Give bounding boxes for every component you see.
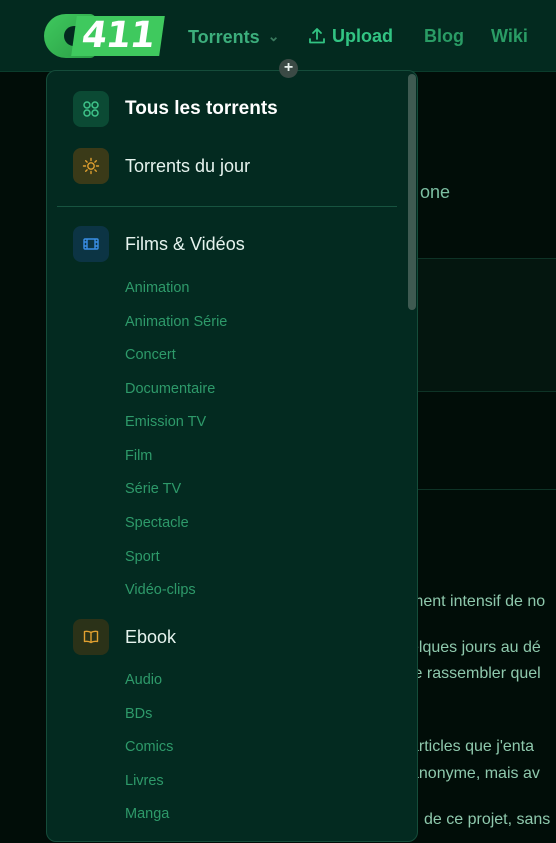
dropdown-scrollbar[interactable] xyxy=(408,74,416,310)
subcategory-link[interactable]: Comics xyxy=(125,739,173,755)
subcategory-link[interactable]: Animation xyxy=(125,280,189,296)
menu-item-label: Torrents du jour xyxy=(125,155,251,176)
subcategory-link[interactable]: Sport xyxy=(125,549,160,565)
page-heading-fragment: one xyxy=(420,182,451,202)
menu-item-todays-torrents[interactable]: Torrents du jour xyxy=(73,148,250,184)
upload-icon xyxy=(309,28,325,44)
divider xyxy=(400,391,556,392)
category-ebook[interactable]: Ebook xyxy=(73,619,176,655)
subcategory-link[interactable]: Audio xyxy=(125,672,162,688)
content-card xyxy=(400,258,556,391)
divider xyxy=(400,489,556,490)
subcategory-link[interactable]: Spectacle xyxy=(125,515,189,531)
subcategory-link[interactable]: Emission TV xyxy=(125,414,206,430)
subcategory-link[interactable]: Vidéo-clips xyxy=(125,582,196,598)
menu-item-all-torrents[interactable]: Tous les torrents xyxy=(73,91,278,127)
film-icon xyxy=(73,226,109,262)
book-icon xyxy=(73,619,109,655)
plus-icon[interactable]: + xyxy=(279,59,298,78)
menu-divider xyxy=(57,206,397,207)
subcategory-link[interactable]: Manga xyxy=(125,806,169,822)
chevron-down-icon: ⌄ xyxy=(267,28,280,44)
article-text-line: elques jours au dé xyxy=(410,639,541,656)
divider xyxy=(400,258,556,259)
menu-item-label: Tous les torrents xyxy=(125,98,278,119)
category-label: Films & Vidéos xyxy=(125,233,245,254)
grid-icon xyxy=(73,91,109,127)
subcategory-link[interactable]: BDs xyxy=(125,706,152,722)
top-navbar: 411 Torrents ⌄ Upload Blog Wiki xyxy=(0,0,556,72)
site-logo[interactable]: 411 xyxy=(44,14,165,58)
subcategory-link[interactable]: Documentaire xyxy=(125,381,215,397)
nav-torrents-label: Torrents xyxy=(188,27,260,47)
article-text-line: de ce projet, sans xyxy=(424,811,551,828)
article-text-line: anonyme, mais av xyxy=(410,765,540,782)
subcategory-link[interactable]: Animation Série xyxy=(125,314,227,330)
subcategory-link[interactable]: Livres xyxy=(125,773,164,789)
nav-blog[interactable]: Blog xyxy=(424,24,464,48)
category-films-videos[interactable]: Films & Vidéos xyxy=(73,226,245,262)
nav-wiki[interactable]: Wiki xyxy=(491,24,528,48)
nav-upload[interactable]: Upload xyxy=(308,24,393,48)
torrents-dropdown-menu: Tous les torrents Torrents du jour Films… xyxy=(46,70,418,842)
subcategory-link[interactable]: Concert xyxy=(125,347,176,363)
logo-text: 411 xyxy=(71,15,165,56)
nav-torrents[interactable]: Torrents ⌄ xyxy=(188,24,279,49)
article-text-line: le rassembler quel xyxy=(410,665,541,682)
subcategory-link[interactable]: Film xyxy=(125,448,152,464)
article-text-line: articles que j'enta xyxy=(410,738,535,755)
nav-upload-label: Upload xyxy=(332,26,393,46)
category-label: Ebook xyxy=(125,626,177,647)
subcategory-link[interactable]: Série TV xyxy=(125,481,181,497)
article-text-line: ment intensif de no xyxy=(410,593,546,610)
sun-icon xyxy=(73,148,109,184)
